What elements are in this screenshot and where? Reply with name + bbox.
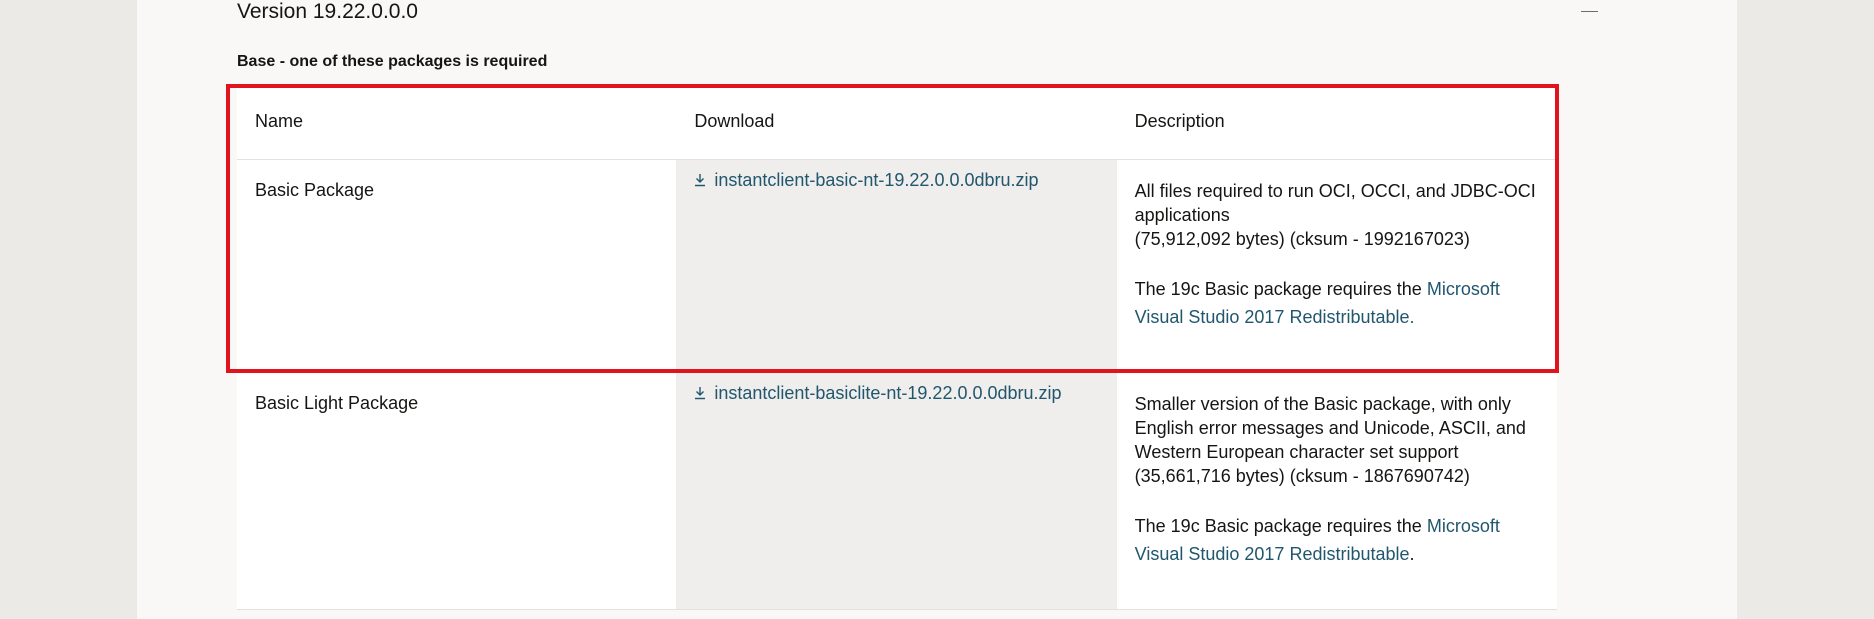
table-header-row: Name Download Description: [237, 84, 1557, 160]
collapse-icon[interactable]: [1581, 11, 1598, 12]
version-title: Version 19.22.0.0.0: [237, 0, 418, 23]
requirement-prefix: The 19c Basic package requires the: [1134, 516, 1427, 536]
description-line: Western European character set support: [1134, 442, 1459, 462]
package-name: Basic Light Package: [255, 393, 419, 413]
download-cell: instantclient-basiclite-nt-19.22.0.0.0db…: [676, 372, 1117, 610]
package-description: Smaller version of the Basic package, wi…: [1135, 373, 1539, 488]
requirement-prefix: The 19c Basic package requires the: [1134, 279, 1427, 299]
requirement-note: The 19c Basic package requires the Micro…: [1135, 512, 1539, 568]
packages-table: Name Download Description Basic Package …: [237, 84, 1557, 610]
package-name-cell: Basic Package: [237, 159, 677, 373]
description-cell: Smaller version of the Basic package, wi…: [1116, 372, 1557, 610]
section-heading: Base - one of these packages is required: [237, 53, 548, 70]
package-description: All files required to run OCI, OCCI, and…: [1135, 160, 1539, 251]
description-line: (35,661,716 bytes) (cksum - 1867690742): [1134, 466, 1470, 486]
table-row: Basic Light Package instantclient-basicl…: [237, 372, 1557, 610]
description-cell: All files required to run OCI, OCCI, and…: [1116, 159, 1557, 373]
download-link[interactable]: instantclient-basic-nt-19.22.0.0.0dbru.z…: [694, 160, 1039, 191]
download-icon: [695, 174, 706, 187]
download-link-text: instantclient-basiclite-nt-19.22.0.0.0db…: [714, 383, 1062, 403]
requirement-note: The 19c Basic package requires the Micro…: [1135, 275, 1539, 331]
table-row: Basic Package instantclient-basic-nt-19.…: [237, 159, 1557, 373]
column-header-name: Name: [237, 84, 677, 160]
description-line: All files required to run OCI, OCCI, and…: [1134, 181, 1536, 201]
download-link-text: instantclient-basic-nt-19.22.0.0.0dbru.z…: [714, 170, 1039, 190]
description-line: applications: [1134, 205, 1230, 225]
column-header-description: Description: [1116, 84, 1557, 160]
description-line: (75,912,092 bytes) (cksum - 1992167023): [1134, 229, 1470, 249]
description-line: English error messages and Unicode, ASCI…: [1134, 418, 1526, 438]
download-icon: [695, 387, 706, 400]
download-cell: instantclient-basic-nt-19.22.0.0.0dbru.z…: [676, 159, 1117, 373]
package-name: Basic Package: [255, 180, 375, 200]
column-header-download: Download: [676, 84, 1117, 160]
package-name-cell: Basic Light Package: [237, 372, 677, 610]
requirement-suffix: .: [1409, 544, 1415, 564]
description-line: Smaller version of the Basic package, wi…: [1134, 394, 1511, 414]
download-link[interactable]: instantclient-basiclite-nt-19.22.0.0.0db…: [694, 373, 1062, 404]
